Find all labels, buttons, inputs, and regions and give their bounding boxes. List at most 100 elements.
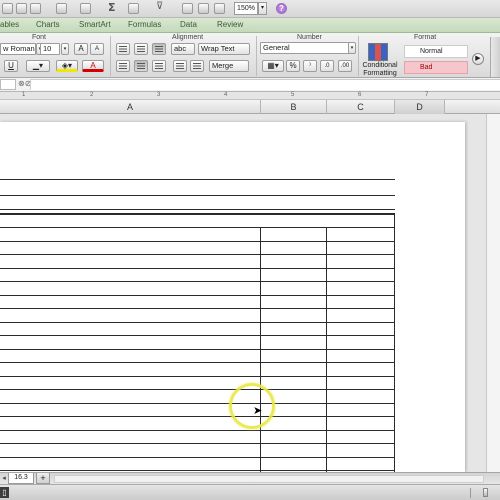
table-column-line: [260, 227, 261, 472]
wrap-text-button[interactable]: Wrap Text: [198, 43, 250, 55]
ruler-number: 6: [358, 92, 362, 98]
open-icon[interactable]: [16, 3, 27, 14]
font-group-label: Font: [32, 34, 47, 41]
click-highlight: [229, 383, 275, 429]
column-header-b[interactable]: B: [261, 100, 327, 114]
ribbon: Font Alignment Number Format w Roman ▾ 1…: [0, 33, 500, 78]
ruler-number: 2: [90, 92, 94, 98]
header-rule: [0, 195, 395, 196]
tab-formulas[interactable]: Formulas: [128, 20, 161, 29]
grow-font-button[interactable]: A: [74, 43, 88, 55]
sort-icon[interactable]: [128, 3, 139, 14]
align-right-button[interactable]: [152, 60, 166, 72]
font-size-field[interactable]: 10: [40, 43, 60, 55]
name-box[interactable]: [0, 79, 16, 90]
style-normal[interactable]: Normal: [404, 45, 468, 58]
column-headers: A B C D: [0, 100, 500, 114]
help-button[interactable]: ?: [276, 3, 287, 14]
column-header-a[interactable]: A: [0, 100, 261, 114]
gallery-icon[interactable]: [182, 3, 193, 14]
alignment-group-label: Alignment: [172, 34, 204, 41]
align-top-button[interactable]: [116, 43, 130, 55]
font-color-button[interactable]: A: [82, 60, 104, 72]
table-row-line: [0, 389, 395, 390]
ribbon-tabs: ables Charts SmartArt Formulas Data Revi…: [0, 18, 500, 33]
zoom-dropdown-icon[interactable]: ▾: [258, 2, 267, 15]
redo-icon[interactable]: [80, 3, 91, 14]
tab-smartart[interactable]: SmartArt: [79, 20, 111, 29]
save-icon[interactable]: [30, 3, 41, 14]
quick-access-toolbar: Σ ⊽ 150% ▾ ?: [0, 0, 500, 18]
undo-icon[interactable]: [56, 3, 67, 14]
table-row-line: [0, 402, 395, 404]
normal-view-button[interactable]: ▯: [0, 487, 9, 498]
zoom-slider-thumb[interactable]: [483, 488, 488, 497]
currency-button[interactable]: ▦▾: [262, 60, 284, 72]
table-row-line: [0, 416, 395, 417]
table-row-line: [0, 267, 395, 269]
formula-bar: ⊗⊘: [0, 78, 500, 92]
ribbon-scroll[interactable]: [490, 37, 500, 77]
comma-button[interactable]: ⁾: [303, 60, 317, 72]
decrease-decimal-button[interactable]: .00: [338, 60, 352, 72]
font-name-field[interactable]: w Roman: [0, 43, 36, 55]
conditional-formatting-label-2[interactable]: Formatting: [360, 70, 400, 77]
table-row-line: [0, 294, 395, 296]
table-row-line: [0, 456, 395, 458]
autosum-icon[interactable]: Σ: [108, 1, 119, 14]
column-header-d[interactable]: D: [395, 100, 445, 114]
table-border: [0, 213, 395, 215]
table-row-line: [0, 321, 395, 323]
merge-button[interactable]: Merge: [209, 60, 249, 72]
align-center-button[interactable]: [134, 60, 148, 72]
ruler-number: 5: [291, 92, 295, 98]
increase-indent-button[interactable]: [190, 60, 204, 72]
ruler-number: 4: [224, 92, 228, 98]
align-middle-button[interactable]: [134, 43, 148, 55]
tab-scroll-left-icon[interactable]: ◂: [0, 473, 8, 484]
underline-button[interactable]: U: [4, 60, 18, 72]
header-rule: [0, 209, 395, 210]
formula-input[interactable]: [30, 79, 500, 90]
tab-charts[interactable]: Charts: [36, 20, 60, 29]
media-icon[interactable]: [214, 3, 225, 14]
font-size-dropdown-icon[interactable]: ▾: [61, 43, 69, 55]
ruler-number: 1: [22, 92, 26, 98]
status-bar: ▯: [0, 484, 500, 500]
fill-color-button[interactable]: ◈▾: [56, 60, 78, 72]
table-row-line: [0, 240, 395, 242]
table-row-line: [0, 254, 395, 255]
conditional-formatting-icon[interactable]: [368, 43, 388, 61]
column-header-c[interactable]: C: [327, 100, 395, 114]
table-row-line: [0, 281, 395, 282]
toolbox-icon[interactable]: [198, 3, 209, 14]
number-format-field[interactable]: General: [260, 42, 350, 54]
decrease-indent-button[interactable]: [173, 60, 187, 72]
zoom-field[interactable]: 150%: [234, 2, 258, 15]
table-row-line: [0, 335, 395, 336]
shrink-font-button[interactable]: A: [90, 43, 104, 55]
tab-tables[interactable]: ables: [0, 20, 19, 29]
horizontal-scrollbar[interactable]: [54, 475, 484, 483]
number-group-label: Number: [297, 34, 322, 41]
align-bottom-button[interactable]: [152, 43, 166, 55]
borders-button[interactable]: ▁▾: [26, 60, 50, 72]
filter-icon[interactable]: ⊽: [156, 1, 167, 12]
tab-review[interactable]: Review: [217, 20, 243, 29]
align-left-button[interactable]: [116, 60, 130, 72]
increase-decimal-button[interactable]: .0: [320, 60, 334, 72]
table-icon[interactable]: [2, 3, 13, 14]
vertical-scrollbar[interactable]: [486, 114, 500, 472]
percent-button[interactable]: %: [286, 60, 300, 72]
number-format-dropdown-icon[interactable]: ▾: [348, 42, 356, 54]
add-sheet-button[interactable]: +: [36, 473, 50, 484]
ribbon-separator: [256, 36, 257, 76]
text-orientation-button[interactable]: abc: [171, 43, 195, 55]
style-bad[interactable]: Bad: [404, 61, 468, 74]
sheet-tab[interactable]: 16.3: [8, 473, 34, 484]
styles-next-icon[interactable]: ▶: [472, 53, 484, 65]
conditional-formatting-label[interactable]: Conditional: [360, 62, 400, 69]
zoom-slider[interactable]: [470, 488, 500, 498]
tab-data[interactable]: Data: [180, 20, 197, 29]
table-row-line: [0, 362, 395, 363]
